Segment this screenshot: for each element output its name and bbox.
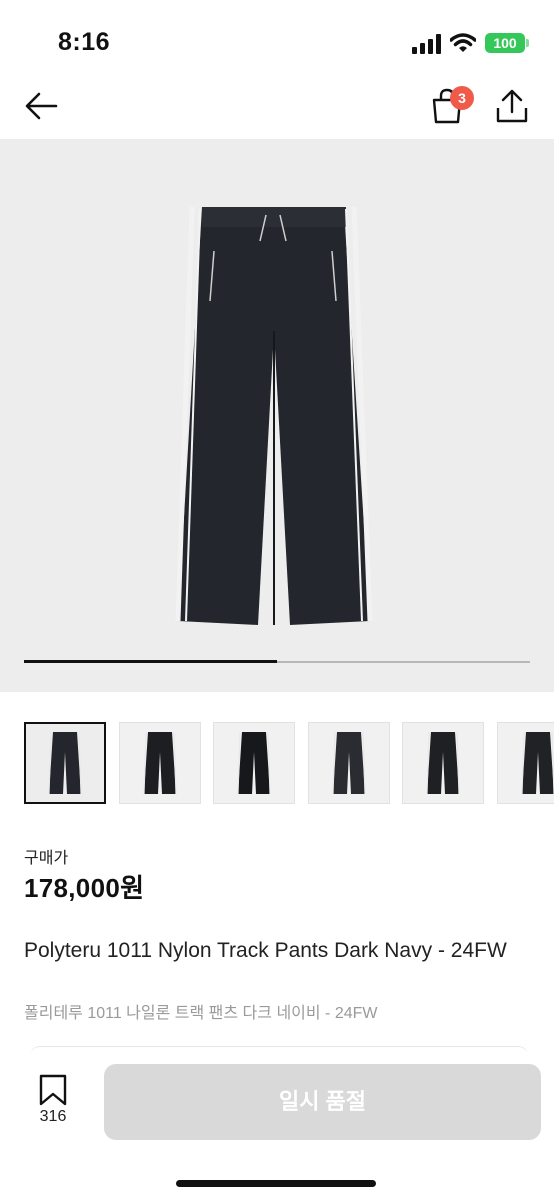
price-label: 구매가 — [24, 850, 69, 867]
product-thumbnail[interactable] — [213, 722, 295, 804]
bookmark-icon — [39, 1074, 67, 1106]
thumbnail-strip — [24, 722, 554, 806]
thumbnail-pants-image — [331, 731, 366, 795]
home-indicator — [176, 1180, 376, 1187]
battery-tip — [526, 39, 529, 47]
product-title: Polyteru 1011 Nylon Track Pants Dark Nav… — [24, 939, 507, 962]
product-thumbnail[interactable] — [118, 722, 201, 804]
thumbnail-pants-image — [142, 731, 177, 795]
thumbnail-pants-image — [426, 731, 460, 795]
nav-bar: 3 — [0, 80, 554, 138]
thumbnail-pants-image — [237, 731, 271, 795]
share-icon[interactable] — [494, 88, 530, 124]
signal-icon — [412, 34, 441, 54]
wifi-icon — [450, 33, 476, 52]
thumbnail-pants-image — [520, 731, 554, 795]
thumbnail-pants-image — [48, 731, 82, 795]
bookmark-button[interactable]: 316 — [30, 1074, 76, 1134]
bookmark-count: 316 — [39, 1108, 67, 1125]
product-title-korean: 폴리테루 1011 나일론 트랙 팬츠 다크 네이비 - 24FW — [24, 1005, 378, 1022]
product-image-carousel[interactable] — [0, 139, 554, 692]
battery-indicator: 100 — [485, 33, 525, 53]
sold-out-button[interactable]: 일시 품절 — [104, 1064, 541, 1140]
price: 178,000원 — [24, 873, 145, 903]
product-thumbnail[interactable] — [402, 722, 484, 804]
status-time: 8:16 — [58, 28, 111, 56]
bottom-action-bar: 316 일시 품절 — [0, 1052, 554, 1200]
gallery-progress-fill — [24, 660, 277, 663]
product-thumbnail[interactable] — [496, 722, 554, 804]
track-pants-image — [175, 206, 373, 625]
status-bar: 8:16 100 — [0, 0, 554, 80]
product-thumbnail[interactable] — [24, 722, 106, 804]
cart-count-badge: 3 — [450, 86, 474, 110]
gallery-progress — [24, 660, 530, 663]
back-arrow-icon[interactable] — [24, 90, 60, 122]
product-thumbnail[interactable] — [307, 722, 390, 804]
